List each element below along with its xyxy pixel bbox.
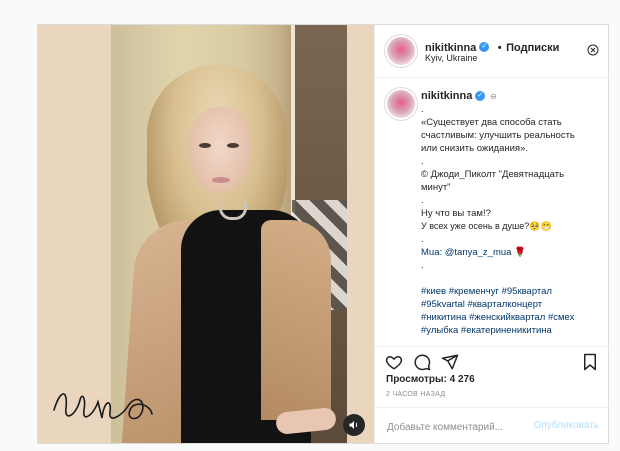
caption-avatar[interactable] [387,90,415,118]
left-eye [199,143,211,148]
post-card: nikitkinna ✓ • Подписки Kyiv, Ukraine nik… [37,24,609,444]
following-button[interactable]: Подписки [506,42,559,54]
timestamp[interactable]: 2 ЧАСОВ НАЗАД [386,391,445,398]
hashtag-line[interactable]: #киев #кременчуг #95квартал [421,285,601,298]
heart-icon[interactable] [385,353,403,371]
caption-line: счастливым: улучшить реальность [421,130,575,141]
views-count[interactable]: Просмотры: 4 276 [386,374,475,385]
caption: nikitkinna ✓ ⊖ . «Существует два способа … [421,90,601,337]
hashtag-line[interactable]: #95kvartal #кварталконцерт [421,298,601,311]
location-link[interactable]: Kyiv, Ukraine [425,53,477,63]
post-sidebar: nikitkinna ✓ • Подписки Kyiv, Ukraine nik… [374,25,609,443]
add-comment-bar: Опубликовать [375,407,609,444]
options-dots-icon[interactable]: ⊖ [490,92,497,101]
caption-line: . [421,234,424,245]
share-icon[interactable] [441,353,459,371]
caption-line: . [421,260,424,271]
publish-button[interactable]: Опубликовать [534,420,599,431]
hashtag-line[interactable]: #улыбка #екатериненикитина [421,324,601,337]
post-header: nikitkinna ✓ • Подписки Kyiv, Ukraine [375,25,609,78]
caption-line: © Джоди_Пиколт "Девятнадцать [421,169,565,180]
verified-icon: ✓ [475,91,486,102]
volume-icon[interactable] [343,414,365,436]
header-separator: • [497,42,502,54]
action-bar [375,346,609,377]
hashtag-line[interactable]: #никитина #женскийквартал #смех [421,311,601,324]
caption-line: «Существует два способа стать [421,117,562,128]
lips [212,177,230,183]
caption-line [421,272,601,285]
comment-icon[interactable] [413,353,431,371]
more-options-icon[interactable] [587,44,599,56]
caption-line: У всех уже осень в душе?🥺😁 [421,221,552,231]
caption-line: Ну что вы там!? [421,208,491,219]
coat-right [261,220,331,420]
comments-area[interactable]: nikitkinna ✓ ⊖ . «Существует два способа … [375,78,609,346]
right-eye [227,143,239,148]
bookmark-icon[interactable] [581,353,599,371]
avatar[interactable] [387,37,415,65]
verified-icon: ✓ [479,41,490,52]
caption-username[interactable]: nikitkinna [421,90,472,102]
comment-input[interactable] [385,417,529,437]
post-media[interactable] [38,25,374,443]
caption-line: . [421,156,424,167]
caption-line: . [421,195,424,206]
caption-line: минут" [421,182,451,193]
signature-mark [53,393,153,420]
caption-line: или снизить ожидания». [421,143,528,154]
caption-line: . [421,104,424,115]
caption-mention-line[interactable]: Mua: @tanya_z_mua 🌹 [421,246,601,259]
